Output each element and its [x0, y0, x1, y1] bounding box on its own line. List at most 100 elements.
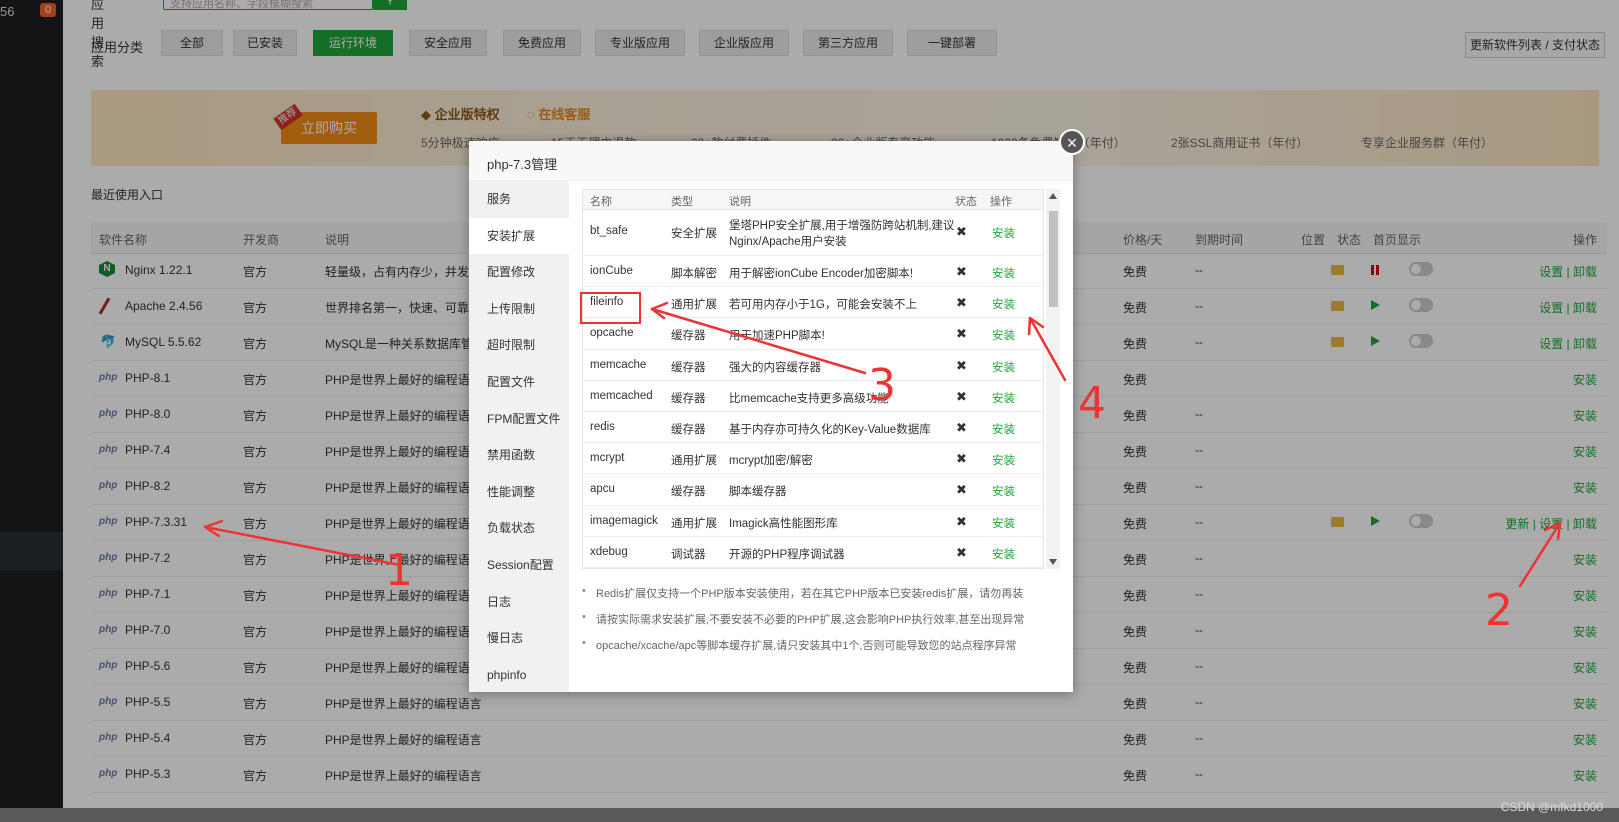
status-x-icon: ✖ [956, 357, 967, 373]
extension-row: apcu 缓存器 脚本缓存器 ✖ 安装 [583, 474, 1043, 506]
ext-type: 缓存器 [671, 486, 706, 499]
dialog-nav-item[interactable]: 配置修改 [469, 254, 569, 291]
install-link[interactable]: 安装 [992, 515, 1015, 531]
status-x-icon: ✖ [956, 264, 967, 279]
ext-desc-2: Nginx/Apache用户安装 [729, 236, 847, 248]
ext-name: redis [590, 420, 615, 433]
dialog-nav-item[interactable]: FPM配置文件 [469, 401, 569, 438]
ext-desc: 若可用内存小于1G，可能会安装不上 [729, 299, 917, 312]
dialog-nav-item[interactable]: 配置文件 [469, 364, 569, 401]
scroll-down-icon[interactable] [1049, 559, 1057, 565]
dialog-title: php-7.3管理 [469, 141, 1073, 181]
eth-name: 名称 [590, 196, 612, 208]
dialog-nav-item[interactable]: 安装扩展 [469, 217, 569, 255]
ext-desc: 用于解密ionCube Encoder加密脚本! [729, 268, 914, 280]
watermark: CSDN @mfkd1000 [1500, 800, 1603, 814]
ext-desc: 脚本缓存器 [729, 486, 787, 499]
ext-desc: 强大的内容缓存器 [729, 361, 821, 374]
ext-type: 调试器 [671, 548, 706, 561]
dialog-nav-item[interactable]: 负载状态 [469, 510, 569, 547]
ext-type: 安全扩展 [671, 228, 717, 240]
tip-item: 请按实际需求安装扩展,不要安装不必要的PHP扩展,这会影响PHP执行效率,甚至出… [582, 611, 1062, 627]
ext-name: memcache [590, 358, 647, 371]
ext-desc: 比memcache支持更多高级功能 [729, 392, 889, 405]
extension-row: imagemagick 通用扩展 Imagick高性能图形库 ✖ 安装 [583, 506, 1043, 537]
install-link[interactable]: 安装 [992, 390, 1015, 406]
install-link[interactable]: 安装 [992, 483, 1015, 499]
dialog-nav-item[interactable]: 超时限制 [469, 327, 569, 364]
dialog-content: 名称 类型 说明 状态 操作 bt_safe 安全扩展 堡塔PHP安全扩展,用于增强… [569, 181, 1073, 692]
ext-desc: 用于加速PHP脚本! [729, 330, 825, 343]
php-manage-dialog: php-7.3管理 × 服务 安装扩展 配置修改 上传限制 超时限制 配置文件 FPM配置文… [469, 129, 1085, 692]
ext-name: imagemagick [590, 514, 658, 527]
scroll-up-icon[interactable] [1049, 193, 1057, 199]
ext-desc: 堡塔PHP安全扩展,用于增强防跨站机制,建议 [729, 220, 955, 232]
status-x-icon: ✖ [956, 224, 967, 239]
eth-type: 类型 [671, 196, 693, 208]
ext-type: 通用扩展 [671, 517, 717, 530]
extension-row: redis 缓存器 基于内存亦可持久化的Key-Value数据库 ✖ 安装 [583, 412, 1043, 444]
status-x-icon: ✖ [956, 513, 967, 529]
ext-type: 通用扩展 [671, 299, 717, 312]
status-x-icon: ✖ [956, 295, 967, 311]
extension-scrollbar[interactable] [1046, 189, 1060, 569]
install-link[interactable]: 安装 [992, 421, 1015, 437]
extension-row: opcache 缓存器 用于加速PHP脚本! ✖ 安装 [583, 318, 1043, 350]
status-x-icon: ✖ [956, 326, 967, 342]
ext-name: apcu [590, 483, 615, 496]
install-link[interactable]: 安装 [992, 296, 1015, 312]
eth-status: 状态 [955, 196, 977, 208]
ext-name: mcrypt [590, 452, 625, 465]
ext-desc: 开源的PHP程序调试器 [729, 548, 845, 561]
ext-name: fileinfo [590, 296, 624, 309]
install-link[interactable]: 安装 [992, 546, 1015, 562]
dialog-nav-item[interactable]: phpinfo [469, 657, 569, 694]
ext-name: bt_safe [590, 225, 628, 237]
extension-row: memcached 缓存器 比memcache支持更多高级功能 ✖ 安装 [583, 381, 1043, 412]
scroll-thumb[interactable] [1049, 211, 1058, 307]
ext-desc: mcrypt加密/解密 [729, 455, 813, 468]
extension-row: memcache 缓存器 强大的内容缓存器 ✖ 安装 [583, 350, 1043, 381]
dialog-nav-item[interactable]: 日志 [469, 584, 569, 621]
tip-item: opcache/xcache/apc等脚本缓存扩展,请只安装其中1个,否则可能导… [582, 637, 1062, 653]
ext-name: xdebug [590, 545, 628, 558]
ext-type: 脚本解密 [671, 268, 717, 280]
extension-row: fileinfo 通用扩展 若可用内存小于1G，可能会安装不上 ✖ 安装 [583, 287, 1043, 319]
dialog-nav-item[interactable]: 慢日志 [469, 620, 569, 657]
eth-op: 操作 [990, 196, 1012, 208]
extension-row: ionCube 脚本解密 用于解密ionCube Encoder加密脚本! ✖ 安装 [583, 256, 1043, 288]
ext-type: 缓存器 [671, 330, 706, 343]
extension-table-header: 名称 类型 说明 状态 操作 [583, 190, 1043, 210]
dialog-nav: 服务 安装扩展 配置修改 上传限制 超时限制 配置文件 FPM配置文件 禁用函数 性能调整 负载状… [469, 181, 569, 692]
extension-row: bt_safe 安全扩展 堡塔PHP安全扩展,用于增强防跨站机制,建议 Nginx/A… [583, 210, 1043, 256]
tips-list: Redis扩展仅支持一个PHP版本安装使用，若在其它PHP版本已安装redis扩… [582, 585, 1062, 663]
close-icon[interactable]: × [1059, 129, 1085, 155]
status-x-icon: ✖ [956, 482, 967, 498]
status-x-icon: ✖ [956, 451, 967, 467]
ext-type: 缓存器 [671, 392, 706, 405]
extension-row: xdebug 调试器 开源的PHP程序调试器 ✖ 安装 [583, 537, 1043, 568]
install-link[interactable]: 安装 [992, 359, 1015, 375]
ext-type: 通用扩展 [671, 455, 717, 468]
ext-desc: Imagick高性能图形库 [729, 517, 838, 530]
eth-desc: 说明 [729, 196, 751, 208]
ext-type: 缓存器 [671, 423, 706, 436]
dialog-nav-item[interactable]: 性能调整 [469, 474, 569, 511]
status-x-icon: ✖ [956, 544, 967, 560]
tip-item: Redis扩展仅支持一个PHP版本安装使用，若在其它PHP版本已安装redis扩… [582, 585, 1062, 601]
install-link[interactable]: 安装 [992, 265, 1015, 281]
install-link[interactable]: 安装 [992, 327, 1015, 343]
ext-name: ionCube [590, 265, 633, 277]
ext-desc: 基于内存亦可持久化的Key-Value数据库 [729, 423, 931, 436]
dialog-nav-item[interactable]: 上传限制 [469, 291, 569, 328]
dialog-nav-item[interactable]: Session配置 [469, 547, 569, 584]
install-link[interactable]: 安装 [992, 452, 1015, 468]
bottom-scrollbar[interactable] [0, 808, 1619, 822]
dialog-nav-item[interactable]: 服务 [469, 181, 569, 218]
ext-type: 缓存器 [671, 361, 706, 374]
dialog-nav-item[interactable]: 禁用函数 [469, 437, 569, 474]
extension-table: 名称 类型 说明 状态 操作 bt_safe 安全扩展 堡塔PHP安全扩展,用于增强… [582, 189, 1044, 569]
install-link[interactable]: 安装 [992, 225, 1015, 241]
status-x-icon: ✖ [956, 388, 967, 404]
extension-row: mcrypt 通用扩展 mcrypt加密/解密 ✖ 安装 [583, 443, 1043, 475]
